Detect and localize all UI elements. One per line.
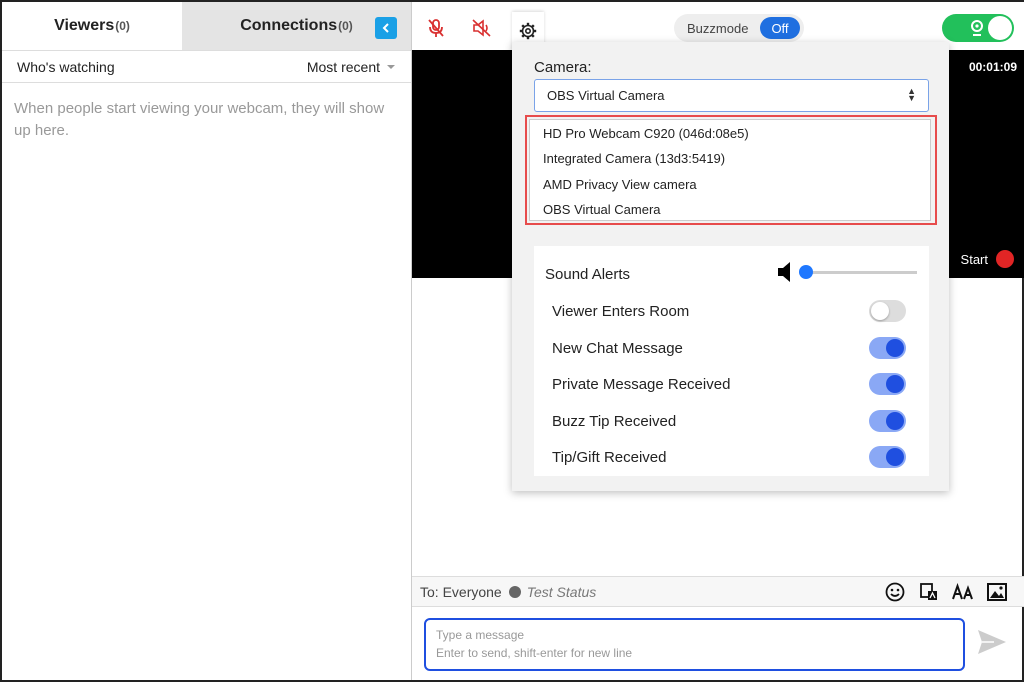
file-share-icon [920, 583, 937, 600]
sort-dropdown-label: Most recent [306, 58, 380, 75]
start-recording-button[interactable]: Start [961, 250, 1014, 268]
alert-label: Buzz Tip Received [552, 412, 677, 430]
alert-toggle[interactable] [869, 373, 906, 395]
sort-dropdown[interactable]: Most recent [307, 59, 395, 75]
emoji-icon [885, 582, 905, 602]
alert-row-buzz-tip: Buzz Tip Received [552, 408, 912, 434]
toggle-knob [886, 375, 904, 393]
buzzmode-toggle[interactable]: Off [760, 17, 800, 39]
image-icon [987, 583, 1007, 601]
send-icon [978, 630, 1006, 654]
record-dot-icon [996, 250, 1014, 268]
alert-label: New Chat Message [552, 339, 683, 357]
toggle-knob [871, 302, 889, 320]
alert-label: Viewer Enters Room [552, 302, 690, 320]
alert-toggle[interactable] [869, 337, 906, 359]
volume-slider-track[interactable] [806, 271, 917, 274]
chevron-left-icon [382, 23, 389, 33]
chat-tools [884, 581, 1008, 603]
stream-timer: 00:01:09 [968, 60, 1017, 74]
tab-viewers-label: Viewers [54, 17, 115, 34]
sound-alerts-label: Sound Alerts [545, 266, 631, 283]
viewers-filter-bar: Who's watching Most recent [2, 50, 411, 83]
message-hint: Enter to send, shift-enter for new line [436, 646, 633, 660]
camera-label: Camera: [534, 59, 592, 76]
collapse-panel-button[interactable] [375, 17, 397, 39]
panel-tabs: Viewers (0) Connections (0) [2, 2, 411, 50]
tab-connections-count: (0) [338, 19, 353, 33]
mic-toggle-button[interactable] [424, 16, 448, 40]
send-button[interactable] [976, 628, 1008, 661]
camera-options-highlight [525, 115, 937, 225]
caret-down-icon [387, 64, 395, 69]
speaker-toggle-button[interactable] [470, 16, 494, 40]
alert-row-tip-gift: Tip/Gift Received [552, 444, 912, 470]
tab-viewers[interactable]: Viewers (0) [2, 2, 182, 50]
alert-row-private-message: Private Message Received [552, 371, 912, 397]
buzzmode-control: Buzzmode Off [674, 14, 804, 42]
alert-row-viewer-enters: Viewer Enters Room [552, 298, 912, 324]
tab-connections-label: Connections [240, 17, 338, 34]
alert-toggle[interactable] [869, 446, 906, 468]
text-format-button[interactable] [952, 581, 974, 603]
live-toggle-knob [988, 16, 1012, 40]
gear-icon [519, 22, 537, 40]
speaker-icon [778, 262, 790, 282]
webcam-icon [971, 20, 983, 36]
camera-select[interactable]: OBS Virtual Camera ▲ ▼ [534, 79, 929, 112]
file-share-button[interactable] [918, 581, 940, 603]
chat-status-text[interactable]: Test Status [527, 584, 597, 600]
whos-watching-label: Who's watching [17, 58, 115, 75]
webcam-live-toggle[interactable] [942, 14, 1014, 42]
start-label: Start [960, 251, 988, 267]
settings-popup: Camera: OBS Virtual Camera ▲ ▼ HD Pro Web… [512, 42, 949, 491]
buzzmode-label: Buzzmode [687, 20, 749, 36]
volume-slider-thumb[interactable] [799, 265, 813, 279]
toggle-knob [886, 412, 904, 430]
message-input[interactable]: Type a message Enter to send, shift-ente… [424, 618, 965, 671]
alert-toggle[interactable] [869, 300, 906, 322]
viewers-panel: Viewers (0) Connections (0) Who's watching… [2, 2, 412, 680]
alert-row-new-chat: New Chat Message [552, 335, 912, 361]
emoji-button[interactable] [884, 581, 906, 603]
message-placeholder: Type a message [436, 628, 525, 642]
status-dot-icon [508, 585, 521, 598]
viewers-empty-message: When people start viewing your webcam, t… [14, 100, 385, 139]
image-button[interactable] [986, 581, 1008, 603]
toggle-knob [886, 339, 904, 357]
toggle-knob [886, 448, 904, 466]
alert-label: Private Message Received [552, 375, 731, 393]
speaker-muted-icon [472, 19, 491, 37]
text-format-icon [952, 583, 973, 600]
alert-label: Tip/Gift Received [552, 448, 667, 466]
chat-status-bar: To: Everyone Test Status [412, 576, 1024, 607]
mic-muted-icon [428, 19, 444, 37]
sound-alerts-panel: Sound Alerts Viewer Enters Room New Chat… [534, 246, 929, 476]
camera-selected-value: OBS Virtual Camera [547, 88, 665, 103]
app-window: Viewers (0) Connections (0) Who's watching… [0, 0, 1024, 682]
select-arrows-icon: ▲ ▼ [907, 86, 916, 103]
alert-toggle[interactable] [869, 410, 906, 432]
chat-recipient[interactable]: To: Everyone [420, 584, 502, 600]
tab-viewers-count: (0) [115, 19, 130, 33]
